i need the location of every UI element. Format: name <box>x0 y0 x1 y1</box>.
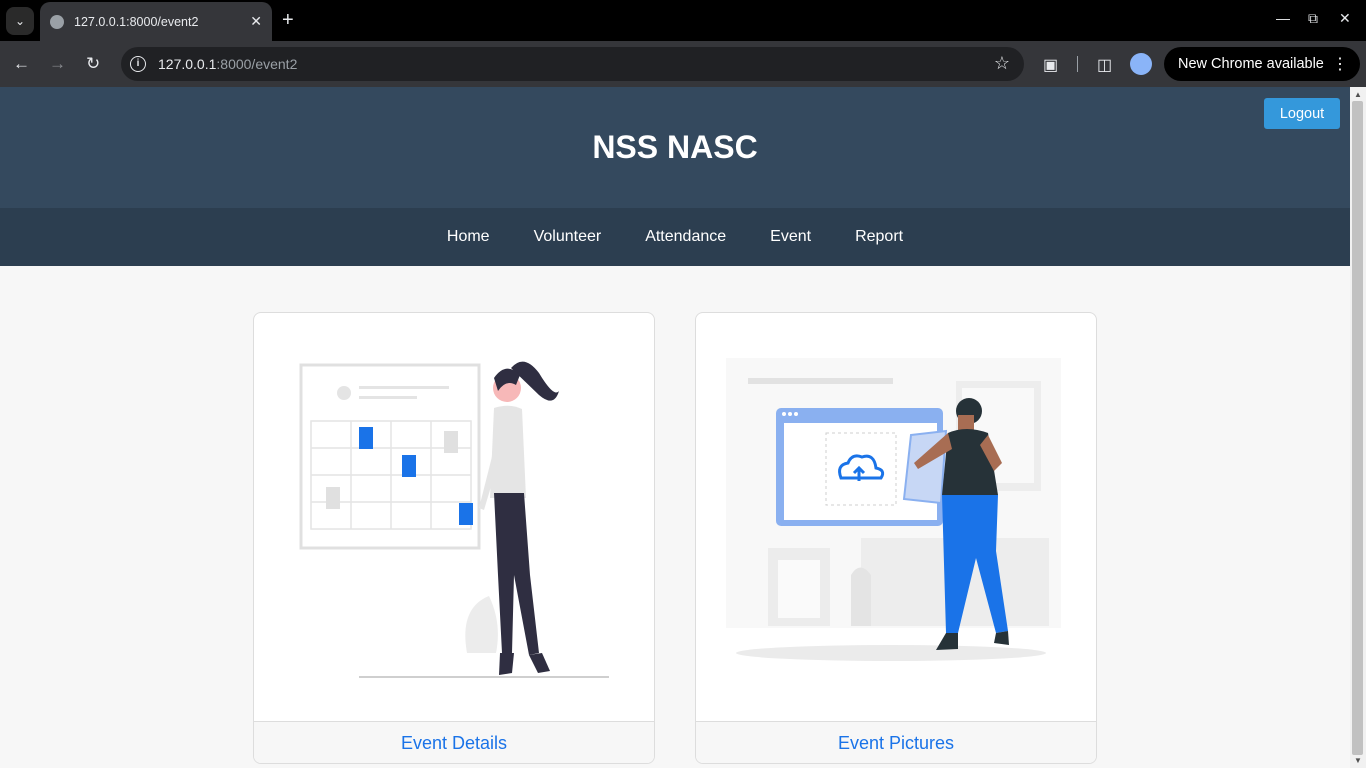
event-details-card[interactable]: Event Details <box>253 312 655 764</box>
browser-toolbar: ← → ↻ i 127.0.0.1:8000/event2 ☆ ▣ ◫ New … <box>0 41 1366 87</box>
reload-button[interactable]: ↻ <box>86 54 100 74</box>
side-panel-icon[interactable]: ◫ <box>1097 55 1112 75</box>
chevron-down-icon: ⌄ <box>14 14 26 28</box>
nav-item-home[interactable]: Home <box>447 228 490 246</box>
address-bar[interactable]: i 127.0.0.1:8000/event2 ☆ <box>121 47 1024 81</box>
nav-item-volunteer[interactable]: Volunteer <box>534 228 602 246</box>
browser-tab-strip: ⌄ 127.0.0.1:8000/event2 ✕ + — ⧉ ✕ <box>0 0 1366 41</box>
url-text: 127.0.0.1:8000/event2 <box>158 56 297 72</box>
nav-item-report[interactable]: Report <box>855 228 903 246</box>
chrome-update-button[interactable]: New Chrome available ⋮ <box>1164 47 1360 81</box>
logout-button[interactable]: Logout <box>1264 98 1340 129</box>
more-menu-icon[interactable]: ⋮ <box>1332 54 1348 74</box>
window-close-button[interactable]: ✕ <box>1339 10 1351 27</box>
site-title: NSS NASC <box>592 129 758 165</box>
scrollbar-thumb[interactable] <box>1352 101 1363 755</box>
extensions-icon[interactable]: ▣ <box>1043 55 1058 75</box>
browser-tab[interactable]: 127.0.0.1:8000/event2 ✕ <box>40 2 272 41</box>
site-header: NSS NASC Logout <box>0 87 1350 208</box>
new-tab-button[interactable]: + <box>282 9 294 31</box>
minimize-button[interactable]: — <box>1276 10 1290 26</box>
scroll-down-icon[interactable]: ▼ <box>1354 756 1362 765</box>
toolbar-divider <box>1077 56 1078 72</box>
globe-icon <box>50 14 64 29</box>
scroll-up-icon[interactable]: ▲ <box>1354 90 1362 99</box>
chrome-update-label: New Chrome available <box>1178 56 1324 72</box>
tab-search-button[interactable]: ⌄ <box>6 7 34 35</box>
card-footer: Event Details <box>254 721 654 763</box>
event-pictures-link[interactable]: Event Pictures <box>838 733 954 753</box>
close-tab-icon[interactable]: ✕ <box>250 13 262 30</box>
forward-button[interactable]: → <box>49 54 66 74</box>
main-nav: Home Volunteer Attendance Event Report <box>0 208 1350 266</box>
url-host: 127.0.0.1 <box>158 56 217 72</box>
tab-title: 127.0.0.1:8000/event2 <box>74 14 199 29</box>
event-pictures-card[interactable]: Event Pictures <box>695 312 1097 764</box>
card-footer: Event Pictures <box>696 721 1096 763</box>
restore-button[interactable]: ⧉ <box>1308 10 1318 27</box>
url-path: :8000/event2 <box>216 56 298 72</box>
nav-item-event[interactable]: Event <box>770 228 811 246</box>
page-scrollbar[interactable]: ▲ ▼ <box>1350 87 1366 768</box>
site-info-icon[interactable]: i <box>130 56 146 72</box>
page-viewport: NSS NASC Logout Home Volunteer Attendanc… <box>0 87 1350 768</box>
back-button[interactable]: ← <box>13 54 30 74</box>
event-details-link[interactable]: Event Details <box>401 733 507 753</box>
nav-item-attendance[interactable]: Attendance <box>645 228 726 246</box>
upload-pictures-illustration <box>726 358 1061 661</box>
bookmark-star-icon[interactable]: ☆ <box>994 53 1010 74</box>
profile-avatar[interactable] <box>1130 53 1152 75</box>
calendar-planning-illustration <box>299 361 609 678</box>
